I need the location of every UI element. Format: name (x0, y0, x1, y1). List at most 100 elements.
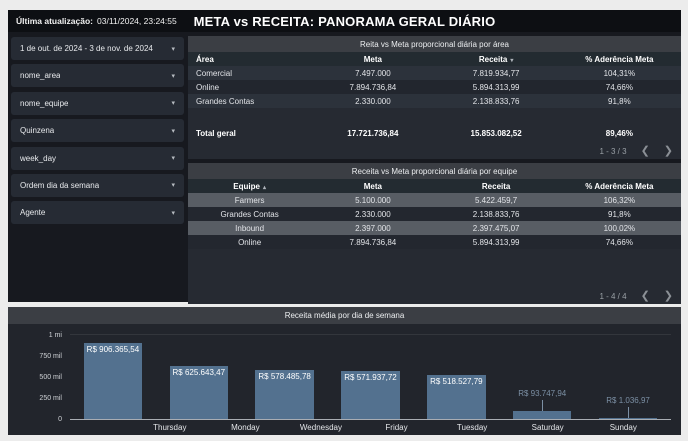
x-axis-label: Tuesday (456, 423, 488, 432)
bar[interactable]: R$ 578.485,78 (255, 370, 314, 419)
chevron-down-icon: ▾ (171, 155, 175, 163)
equipe-table-panel: Receita vs Meta proporcional diária por … (188, 163, 681, 304)
bar-value-label: R$ 906.365,54 (86, 345, 140, 354)
equipe-table-title: Receita vs Meta proporcional diária por … (188, 163, 681, 179)
bar[interactable]: R$ 906.365,54 (83, 343, 143, 419)
y-axis-tick: 0 (58, 416, 62, 423)
x-axis-label: Friday (385, 423, 408, 432)
x-axis-labels: Thursday Monday Wednesday Friday Tuesday Satu… (70, 420, 671, 432)
column-header-equipe[interactable]: Equipe ▴ (188, 182, 311, 191)
column-header-aderencia[interactable]: % Aderência Meta (558, 182, 681, 191)
pagination-range: 1 - 3 / 3 (599, 146, 627, 156)
header-bar: Última atualização: 03/11/2024, 23:24:55 … (8, 10, 681, 32)
table-row[interactable]: Inbound 2.397.000 2.397.475,07 100,02% (188, 221, 681, 235)
bar-value-label: R$ 578.485,78 (258, 372, 311, 381)
chevron-down-icon: ▾ (171, 45, 175, 53)
bar-value-label: R$ 571.937,72 (344, 373, 397, 382)
area-table-header-row: Área Meta Receita ▾ % Aderência Meta (188, 52, 681, 66)
y-axis-tick: 750 mil (39, 353, 62, 360)
cell-meta: 5.100.000 (355, 195, 391, 205)
bar[interactable]: R$ 625.643,47 (169, 366, 228, 419)
bar-value-label: R$ 625.643,47 (172, 368, 226, 377)
equipe-table-body: Farmers 5.100.000 5.422.459,7 106,32% Gr… (188, 193, 681, 249)
x-axis-label: Thursday (153, 423, 187, 432)
cell-name: Grandes Contas (220, 209, 279, 219)
total-label: Total geral (196, 128, 236, 138)
cell-receita: 2.138.833,76 (472, 209, 520, 219)
bar-group: R$ 625.643,47 (156, 324, 242, 419)
cell-name: Inbound (235, 223, 265, 233)
bar[interactable]: R$ 571.937,72 (341, 371, 400, 419)
filter-sidebar: 1 de out. de 2024 - 3 de nov. de 2024 ▾ … (11, 37, 184, 225)
column-header-meta[interactable]: Meta (311, 182, 434, 191)
cell-aderencia: 91,8% (608, 96, 631, 106)
x-axis-label: Monday (231, 423, 260, 432)
filter-agente[interactable]: Agente ▾ (11, 201, 184, 225)
cell-aderencia: 74,66% (605, 82, 633, 92)
cell-aderencia: 91,8% (608, 209, 631, 219)
bar[interactable] (513, 411, 572, 419)
sort-desc-icon: ▾ (510, 57, 514, 64)
y-axis-tick: 250 mil (39, 395, 62, 402)
cell-meta: 2.330.000 (355, 96, 391, 106)
area-table-pagination: 1 - 3 / 3 ❮ ❯ (599, 146, 673, 157)
weekday-chart-panel: Receita média por dia de semana 1 mi 750… (8, 307, 681, 435)
table-row[interactable]: Online 7.894.736,84 5.894.313,99 74,66% (188, 235, 681, 249)
filter-ordem-dia-semana[interactable]: Ordem dia da semana ▾ (11, 173, 184, 197)
cell-receita: 2.397.475,07 (472, 223, 520, 233)
chevron-right-icon[interactable]: ❯ (664, 146, 673, 157)
cell-receita: 2.138.833,76 (472, 96, 520, 106)
chevron-left-icon[interactable]: ❮ (641, 291, 650, 302)
filter-nome-equipe-label: nome_equipe (20, 98, 69, 108)
x-axis-label: Saturday (531, 423, 564, 432)
x-axis-label: Wednesday (299, 423, 342, 432)
column-header-aderencia[interactable]: % Aderência Meta (558, 55, 681, 64)
page-title: META vs RECEITA: PANORAMA GERAL DIÁRIO (193, 13, 496, 29)
y-axis-tick: 500 mil (39, 374, 62, 381)
bar-group: R$ 571.937,72 (328, 324, 414, 419)
chevron-down-icon: ▾ (171, 72, 175, 80)
cell-name: Farmers (234, 195, 265, 205)
cell-aderencia: 74,66% (605, 237, 633, 247)
total-aderencia: 89,46% (605, 128, 633, 138)
table-row[interactable]: Farmers 5.100.000 5.422.459,7 106,32% (188, 193, 681, 207)
bar-group: R$ 578.485,78 (242, 324, 328, 419)
total-receita: 15.853.082,52 (470, 128, 522, 138)
filter-date-range[interactable]: 1 de out. de 2024 - 3 de nov. de 2024 ▾ (11, 37, 184, 60)
filter-date-range-label: 1 de out. de 2024 - 3 de nov. de 2024 (20, 44, 153, 53)
chevron-down-icon: ▾ (171, 127, 175, 135)
cell-receita: 5.894.313,99 (472, 82, 520, 92)
filter-nome-equipe[interactable]: nome_equipe ▾ (11, 91, 184, 115)
table-row[interactable]: Grandes Contas 2.330.000 2.138.833,76 91… (188, 207, 681, 221)
chevron-down-icon: ▾ (171, 182, 175, 190)
table-row[interactable]: Comercial 7.497.000 7.819.934,77 104,31% (188, 66, 681, 80)
filter-week-day-label: week_day (20, 153, 57, 163)
filter-quinzena[interactable]: Quinzena ▾ (11, 119, 184, 143)
column-header-area[interactable]: Área (188, 55, 311, 64)
x-axis-label: Sunday (609, 423, 637, 432)
cell-meta: 2.330.000 (355, 209, 391, 219)
column-header-receita[interactable]: Receita ▾ (435, 55, 558, 64)
area-table-title: Reita vs Meta proporcional diária por ár… (188, 36, 681, 52)
filter-week-day[interactable]: week_day ▾ (11, 146, 184, 170)
cell-receita: 5.894.313,99 (472, 237, 520, 247)
filter-nome-area[interactable]: nome_area ▾ (11, 64, 184, 88)
bar-plot: 1 mi 750 mil 500 mil 250 mil 0 R$ 906.36… (39, 324, 671, 423)
bar[interactable] (598, 418, 658, 419)
cell-receita: 7.819.934,77 (472, 68, 520, 78)
column-header-receita[interactable]: Receita (435, 182, 558, 191)
bar-group: R$ 1.036,97 (585, 324, 671, 419)
column-header-meta[interactable]: Meta (311, 55, 434, 64)
total-meta: 17.721.736,84 (347, 128, 399, 138)
cell-name: Grandes Contas (196, 96, 255, 106)
bar-value-label: R$ 518.527,79 (430, 377, 483, 386)
cell-name: Comercial (196, 68, 233, 78)
bar[interactable]: R$ 518.527,79 (427, 375, 486, 419)
table-row[interactable]: Grandes Contas 2.330.000 2.138.833,76 91… (188, 94, 681, 108)
table-row[interactable]: Online 7.894.736,84 5.894.313,99 74,66% (188, 80, 681, 94)
chart-body: 1 mi 750 mil 500 mil 250 mil 0 R$ 906.36… (8, 324, 681, 432)
chevron-left-icon[interactable]: ❮ (641, 146, 650, 157)
upper-canvas: Última atualização: 03/11/2024, 23:24:55 … (8, 10, 681, 304)
cell-name: Online (238, 237, 262, 247)
chevron-right-icon[interactable]: ❯ (664, 291, 673, 302)
